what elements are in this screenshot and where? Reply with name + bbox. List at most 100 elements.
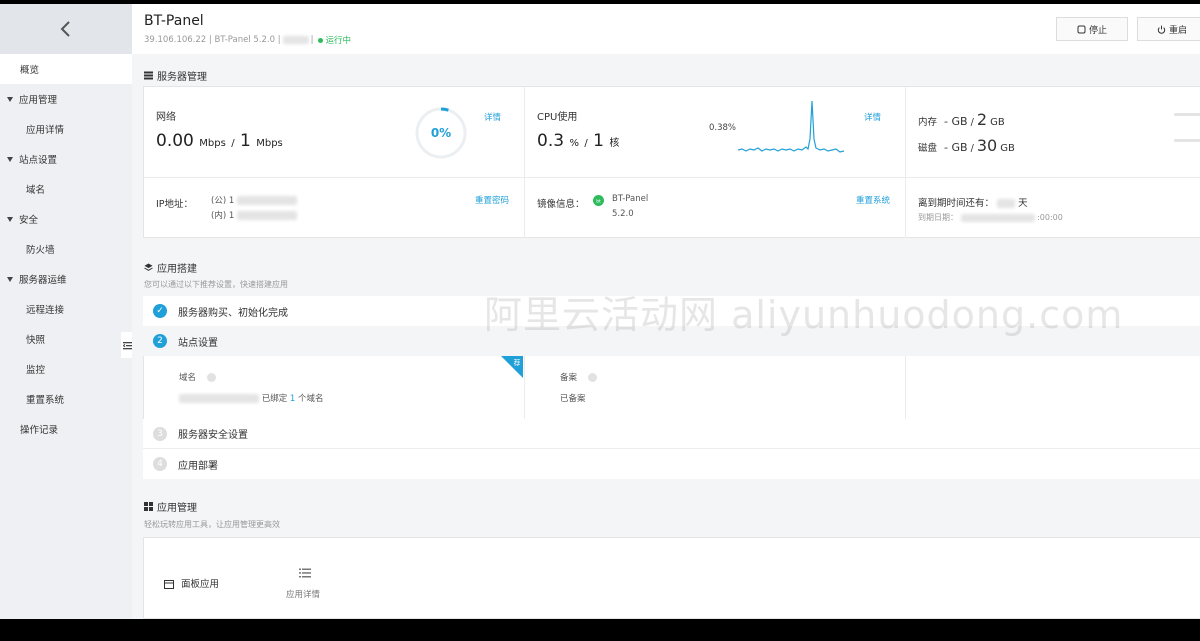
setup-section-title: 应用搭建 [144,260,197,275]
sidebar-item-reset-system[interactable]: 重置系统 [0,384,132,414]
sidebar-group-app-management[interactable]: 应用管理 [0,84,132,114]
panel-app-tab[interactable]: 面板应用 [164,576,219,590]
reset-password-link[interactable]: 重置密码 [475,194,509,206]
memory-row: 内存 - GB / 2 GB [918,110,1005,129]
disk-label: 磁盘 [918,143,938,154]
screen-bottom-border [0,619,1200,641]
sidebar-item-label: 安全 [19,215,39,226]
step-number-icon: 2 [153,334,167,348]
public-ip-text: (公) 1 [211,196,235,206]
step-number-icon: 3 [153,426,167,441]
network-usage-ring: 0% [415,107,467,159]
cpu-label: CPU使用 [537,112,578,123]
restart-button[interactable]: 重启 [1137,17,1200,41]
sidebar-item-label: 服务器运维 [19,275,67,286]
ip-label: IP地址： [156,199,194,210]
memory-usage-bar [1174,113,1200,116]
app-detail-tab[interactable]: 应用详情 [286,588,320,600]
network-current: 0.00 [156,131,194,151]
sidebar-item-app-detail[interactable]: 应用详情 [0,114,132,144]
sidebar-item-snapshot[interactable]: 快照 [0,324,132,354]
domain-count[interactable]: 1 [290,394,295,404]
sidebar-item-label: 防火墙 [26,245,55,256]
recommend-badge-text: 荐 [514,358,521,367]
divider [524,87,525,238]
sidebar-group-site-settings[interactable]: 站点设置 [0,144,132,174]
memory-label: 内存 [918,117,938,128]
expiry-label: 离到期时间还有： [918,198,995,209]
sidebar-item-operation-log[interactable]: 操作记录 [0,414,132,444]
network-detail-link[interactable]: 详情 [484,111,501,123]
sidebar-item-overview[interactable]: 概览 [0,54,132,84]
layers-icon [144,263,153,271]
sidebar-group-security[interactable]: 安全 [0,204,132,234]
cpu-value: 0.3 % / 1 核 [537,131,619,151]
collapse-menu-icon [122,341,132,349]
domain-bound-row: 已绑定 1 个域名 [179,392,324,404]
beian-label-row: 备案 [560,371,597,383]
setup-step-1[interactable]: ✓ 服务器购买、初始化完成 [143,296,1200,326]
memory-used: - GB [944,115,968,128]
sidebar-item-label: 应用详情 [26,125,65,136]
sidebar-item-label: 远程连接 [26,305,65,316]
svg-text:bt: bt [596,198,601,204]
divider [144,177,1200,178]
cpu-peak-label: 0.38% [709,123,737,133]
sidebar-item-label: 操作记录 [20,425,59,436]
sidebar-group-server-ops[interactable]: 服务器运维 [0,264,132,294]
cpu-unit: % [569,138,579,149]
sidebar-item-firewall[interactable]: 防火墙 [0,234,132,264]
back-button[interactable] [0,4,132,54]
sidebar-item-label: 监控 [26,365,46,376]
sidebar-item-label: 应用管理 [19,95,58,106]
caret-down-icon [7,156,13,162]
cpu-usage: 0.3 [537,131,565,151]
sidebar-item-domain[interactable]: 域名 [0,174,132,204]
cpu-cores: 1 [593,131,604,151]
restart-button-label: 重启 [1168,25,1187,36]
page-title: BT-Panel [144,13,204,29]
grid-icon [144,502,153,511]
sidebar-item-label: 站点设置 [19,155,58,166]
stop-button-label: 停止 [1088,25,1107,36]
network-unit: Mbps [256,138,283,149]
step-label: 站点设置 [178,337,218,349]
panel-app-label: 面板应用 [181,579,220,590]
check-circle-icon: ✓ [153,304,167,318]
sidebar-item-remote-connect[interactable]: 远程连接 [0,294,132,324]
domain-bound-suffix: 个域名 [298,394,324,404]
site-settings-panel: 域名 已绑定 1 个域名 备案 已备案 [143,356,1200,420]
private-ip-text: (内) 1 [211,211,235,221]
redacted-text [236,196,297,205]
expiry-unit: 天 [1018,198,1028,209]
sidebar-item-monitor[interactable]: 监控 [0,354,132,384]
reset-system-link[interactable]: 重置系统 [856,194,890,206]
redacted-text [282,36,309,44]
apps-subtitle: 轻松玩转应用工具，让应用管理更高效 [144,520,280,529]
setup-step-3[interactable]: 3 服务器安全设置 [143,419,1200,449]
redacted-text [179,394,259,403]
instance-product: BT-Panel 5.2.0 [214,35,276,45]
setup-subtitle: 您可以通过以下推荐设置，快速搭建应用 [144,280,288,289]
expiry-row: 离到期时间还有： 天 [918,195,1028,209]
cpu-detail-link[interactable]: 详情 [864,111,881,123]
divider [905,87,906,238]
instance-ip: 39.106.106.22 [144,35,207,45]
expiry-date-label: 到期日期： [918,213,958,222]
image-version: 5.2.0 [612,209,634,219]
setup-step-4[interactable]: 4 应用部署 [143,449,1200,479]
redacted-text [960,213,1035,222]
status-dot-icon [317,37,323,43]
section-title-text: 应用管理 [157,503,197,514]
network-value: 0.00 Mbps / 1 Mbps [156,131,283,151]
cpu-cores-unit: 核 [609,138,620,149]
domain-bound-prefix: 已绑定 [261,394,288,404]
setup-step-2[interactable]: 2 站点设置 [143,326,1200,356]
redacted-text [997,199,1016,208]
server-section-title: 服务器管理 [144,68,207,83]
domain-label-row: 域名 [179,371,216,383]
step-label: 服务器购买、初始化完成 [178,307,288,319]
disk-total: 30 [976,136,998,155]
image-label: 镜像信息： [537,199,585,210]
stop-button[interactable]: 停止 [1056,17,1128,41]
